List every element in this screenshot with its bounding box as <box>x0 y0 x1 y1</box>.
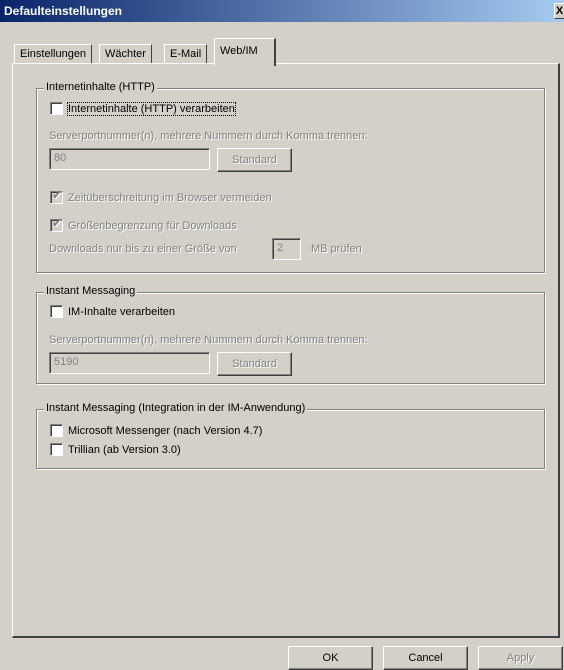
ok-button[interactable]: OK <box>288 646 373 670</box>
http-standard-button[interactable]: Standard <box>217 148 292 172</box>
http-size-prefix: Downloads nur bis zu einer Größe von <box>49 243 237 255</box>
checkmark-icon: ✔ <box>52 188 63 202</box>
tab-label: E-Mail <box>170 48 202 60</box>
group-im-legend: Instant Messaging <box>44 285 138 297</box>
tab-waechter[interactable]: Wächter <box>99 44 152 64</box>
im-standard-button[interactable]: Standard <box>217 352 292 376</box>
window-title: Defaulteinstellungen <box>4 4 123 18</box>
im-process-checkbox-row[interactable]: IM-Inhalte verarbeiten <box>50 305 175 318</box>
checkmark-icon: ✔ <box>52 216 63 230</box>
im-ports-label: Serverportnummer(n), mehrere Nummern dur… <box>49 334 368 346</box>
im-process-label: IM-Inhalte verarbeiten <box>68 305 175 318</box>
http-size-limit-label: Größenbegrenzung für Downloads <box>68 219 237 232</box>
messenger-checkbox-row[interactable]: Microsoft Messenger (nach Version 4.7) <box>50 424 262 437</box>
apply-button[interactable]: Apply <box>478 646 563 670</box>
cancel-button[interactable]: Cancel <box>383 646 468 670</box>
http-ports-input[interactable]: 80 <box>49 148 210 170</box>
group-im-integration: Instant Messaging (Integration in der IM… <box>36 402 545 469</box>
tab-label: Web/IM <box>220 45 258 57</box>
http-size-suffix: MB prüfen <box>311 243 362 255</box>
trillian-checkbox[interactable] <box>50 443 63 456</box>
http-size-input[interactable]: 2 <box>272 238 301 260</box>
tab-label: Einstellungen <box>20 48 87 60</box>
messenger-label: Microsoft Messenger (nach Version 4.7) <box>68 424 263 437</box>
title-bar: Defaulteinstellungen <box>0 0 564 22</box>
trillian-checkbox-row[interactable]: Trillian (ab Version 3.0) <box>50 443 181 456</box>
messenger-checkbox[interactable] <box>50 424 63 437</box>
close-button[interactable]: X <box>554 3 564 19</box>
im-process-checkbox[interactable] <box>50 305 63 318</box>
http-size-limit-checkbox[interactable]: ✔ <box>50 216 63 232</box>
http-process-checkbox-row[interactable]: Internetinhalte (HTTP) verarbeiten <box>50 101 236 116</box>
im-ports-input[interactable]: 5190 <box>49 352 210 374</box>
http-timeout-checkbox[interactable]: ✔ <box>50 188 63 204</box>
tab-einstellungen[interactable]: Einstellungen <box>14 44 93 64</box>
http-ports-label: Serverportnummer(n), mehrere Nummern dur… <box>49 130 368 142</box>
http-process-label: Internetinhalte (HTTP) verarbeiten <box>67 101 236 116</box>
http-size-limit-checkbox-row[interactable]: ✔ Größenbegrenzung für Downloads <box>50 216 237 232</box>
group-http-legend: Internetinhalte (HTTP) <box>44 81 157 93</box>
http-process-checkbox[interactable] <box>50 102 63 115</box>
trillian-label: Trillian (ab Version 3.0) <box>68 443 181 456</box>
tab-email[interactable]: E-Mail <box>164 44 208 64</box>
http-timeout-checkbox-row[interactable]: ✔ Zeitüberschreitung im Browser vermeiden <box>50 188 272 204</box>
http-timeout-label: Zeitüberschreitung im Browser vermeiden <box>68 191 272 204</box>
close-icon: X <box>555 5 564 17</box>
tab-web-im[interactable]: Web/IM <box>214 38 276 66</box>
group-im-integration-legend: Instant Messaging (Integration in der IM… <box>44 402 308 414</box>
tab-label: Wächter <box>105 48 146 60</box>
